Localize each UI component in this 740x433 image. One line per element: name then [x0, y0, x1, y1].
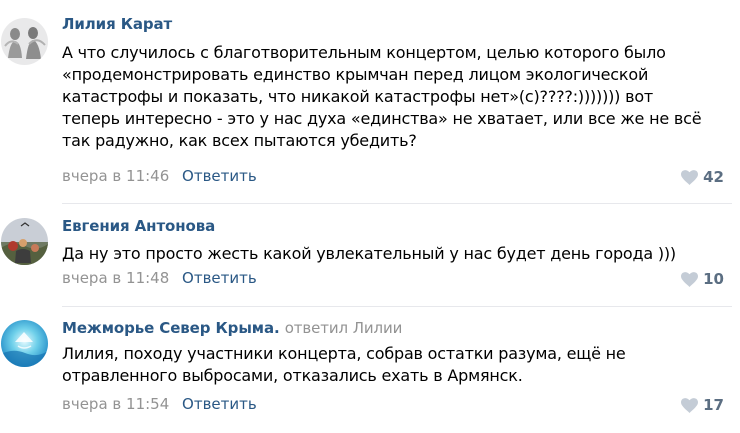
comment-author[interactable]: Лилия Карат [62, 15, 172, 33]
comment-text: Да ну это просто жесть какой увлекательн… [62, 244, 676, 263]
comment-meta: вчера в 11:48 Ответить [62, 269, 257, 287]
heart-icon [681, 271, 699, 287]
divider [62, 203, 732, 204]
like-button[interactable]: 17 [681, 396, 724, 414]
avatar[interactable] [1, 18, 48, 65]
comment-time[interactable]: вчера в 11:48 [62, 269, 169, 287]
comment-meta: вчера в 11:54 Ответить [62, 395, 257, 413]
reply-button[interactable]: Ответить [182, 167, 257, 185]
like-count: 17 [703, 396, 724, 414]
avatar-photo-icon [1, 320, 48, 367]
comments-list: Лилия Карат А что случилось с благотвори… [0, 0, 740, 433]
avatar-photo-icon [1, 218, 48, 265]
comment-time[interactable]: вчера в 11:54 [62, 395, 169, 413]
comment-time[interactable]: вчера в 11:46 [62, 167, 169, 185]
like-button[interactable]: 42 [681, 168, 724, 186]
author-name[interactable]: Межморье Север Крыма. [62, 319, 280, 337]
reply-to-label[interactable]: ответил Лилии [285, 319, 403, 337]
comment-author: Межморье Север Крыма. ответил Лилии [62, 319, 402, 337]
author-name[interactable]: Лилия Карат [62, 15, 172, 33]
comment-item: Лилия Карат А что случилось с благотвори… [0, 0, 740, 203]
like-count: 10 [703, 270, 724, 288]
avatar[interactable] [1, 218, 48, 265]
heart-icon [681, 169, 699, 185]
author-name[interactable]: Евгения Антонова [62, 217, 215, 235]
like-button[interactable]: 10 [681, 270, 724, 288]
divider [62, 306, 732, 307]
reply-button[interactable]: Ответить [182, 269, 257, 287]
heart-icon [681, 397, 699, 413]
comment-text: А что случилось с благотворительным конц… [62, 43, 702, 150]
avatar[interactable] [1, 320, 48, 367]
like-count: 42 [703, 168, 724, 186]
comment-item: Евгения Антонова Да ну это просто жесть … [0, 203, 740, 306]
avatar-photo-icon [1, 18, 48, 65]
reply-button[interactable]: Ответить [182, 395, 257, 413]
comment-item: Межморье Север Крыма. ответил Лилии Лили… [0, 306, 740, 433]
comment-text: Лилия, походу участники концерта, собрав… [62, 344, 626, 385]
comment-meta: вчера в 11:46 Ответить [62, 167, 257, 185]
comment-author[interactable]: Евгения Антонова [62, 217, 215, 235]
